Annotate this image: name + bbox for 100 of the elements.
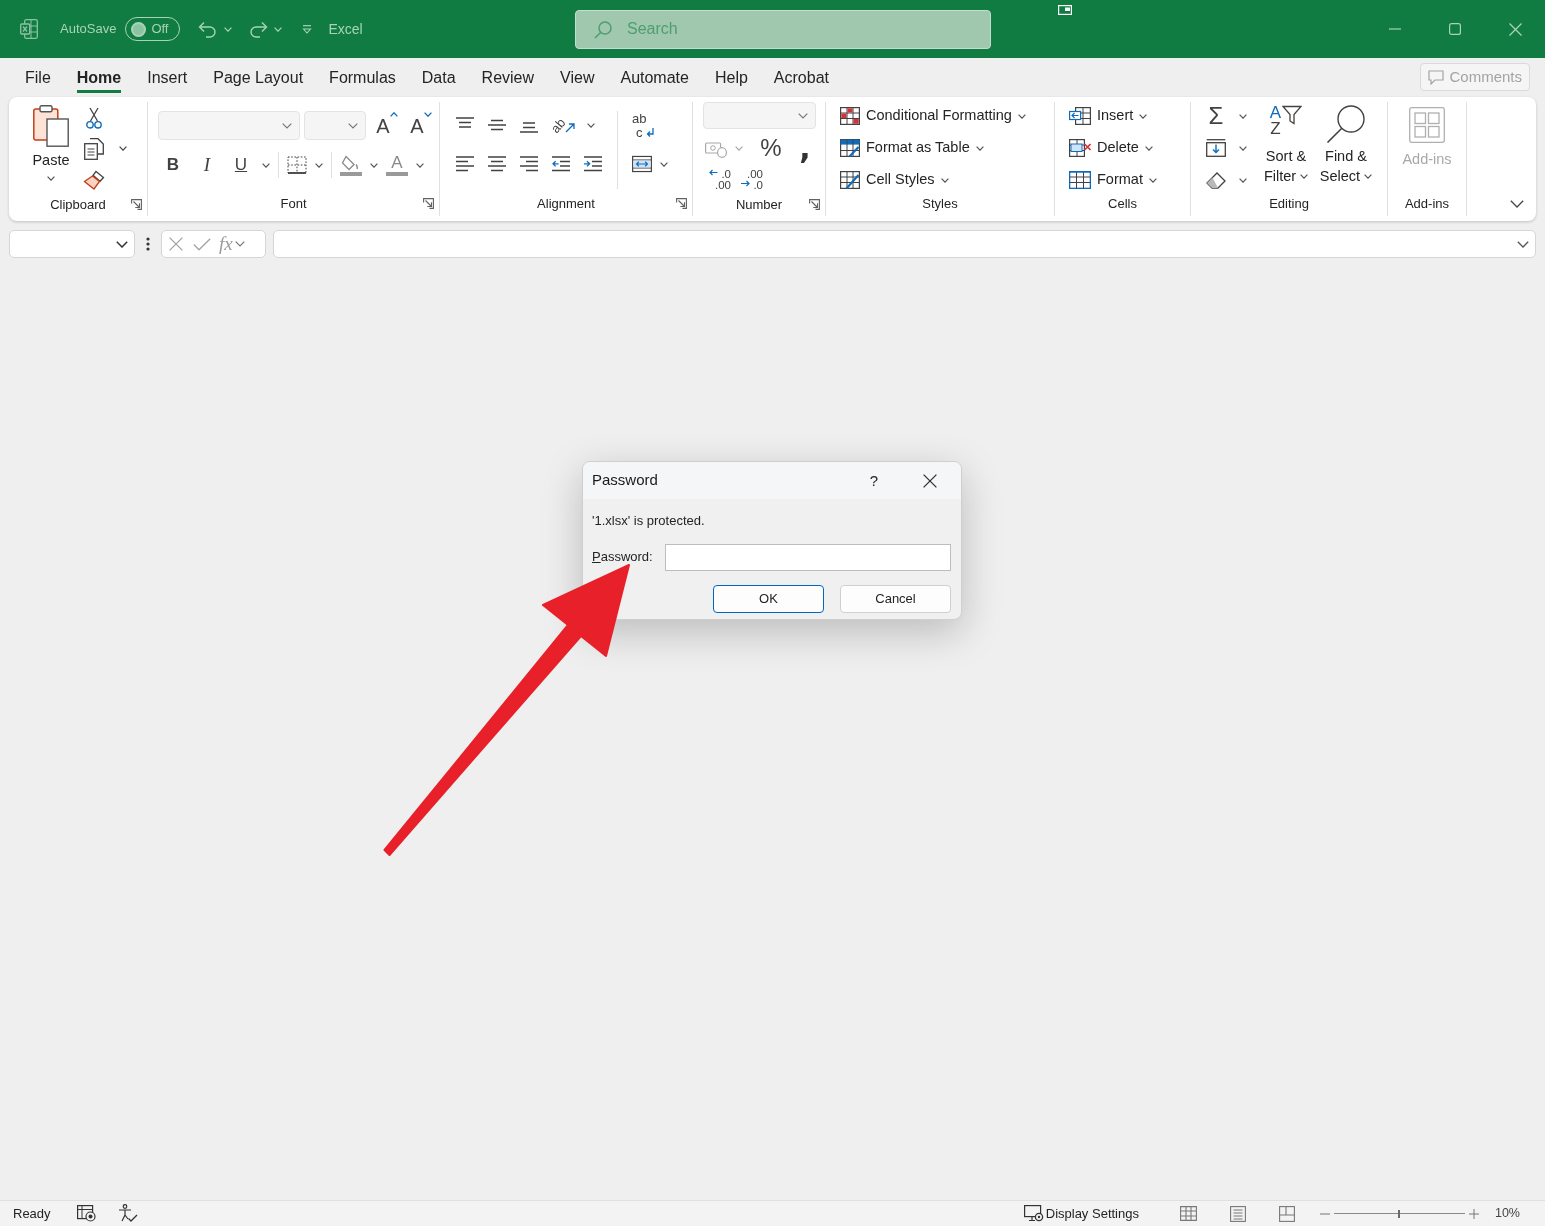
copy-icon[interactable]: [84, 137, 104, 160]
underline-button[interactable]: U: [228, 151, 254, 179]
orientation-button[interactable]: ab: [551, 111, 575, 139]
insert-cells-icon: [1069, 107, 1091, 125]
paintbrush-icon[interactable]: [83, 169, 105, 190]
redo-icon[interactable]: [248, 20, 269, 38]
chevron-down-icon: [282, 122, 292, 129]
caret-icon[interactable]: [370, 162, 378, 168]
page-break-icon[interactable]: [1278, 1205, 1295, 1222]
increase-indent-icon[interactable]: [584, 156, 602, 172]
find-select-button[interactable]: Find & Select: [1317, 102, 1375, 194]
menu-tab[interactable]: Help: [714, 60, 748, 94]
zoom-slider-thumb[interactable]: [1398, 1209, 1401, 1218]
dialog-launcher-icon[interactable]: [423, 198, 434, 210]
bold-button[interactable]: B: [160, 151, 186, 179]
delete-cells-button[interactable]: Delete: [1069, 134, 1190, 162]
dialog-launcher-icon[interactable]: [676, 198, 687, 210]
page-layout-icon[interactable]: [1229, 1205, 1246, 1222]
menu-tab[interactable]: Acrobat: [773, 60, 829, 94]
align-center-icon[interactable]: [488, 156, 506, 172]
cancel-button[interactable]: Cancel: [840, 584, 951, 613]
macro-sheet-icon[interactable]: [76, 1205, 96, 1222]
menu-tab[interactable]: File: [25, 60, 51, 94]
wrap-text-button[interactable]: ab c: [632, 111, 655, 139]
menu-tab[interactable]: Formulas: [329, 60, 396, 94]
caret-icon: [940, 177, 949, 183]
paste-button[interactable]: Paste: [28, 105, 74, 195]
menu-tab[interactable]: View: [560, 60, 595, 94]
align-left-icon[interactable]: [456, 156, 474, 172]
decrease-indent-icon[interactable]: [552, 156, 570, 172]
search-field[interactable]: Search: [575, 9, 991, 49]
close-icon[interactable]: [923, 473, 937, 488]
caret-icon[interactable]: [262, 162, 270, 168]
customize-icon[interactable]: [302, 24, 313, 34]
zoom-percentage: 10%: [1494, 1205, 1520, 1223]
expand-icon[interactable]: [1517, 241, 1529, 248]
autosum-button[interactable]: Σ: [1205, 104, 1227, 128]
caret-icon[interactable]: [1239, 177, 1247, 183]
dialog-message: '1.xlsx' is protected.: [592, 512, 706, 530]
spreadsheet-icon[interactable]: [20, 19, 38, 39]
caret-icon[interactable]: [119, 146, 127, 151]
formula-field[interactable]: [273, 230, 1536, 258]
format-cells-button[interactable]: Format: [1069, 166, 1190, 194]
decrease-decimal-button[interactable]: .00 .0: [737, 169, 763, 190]
caret-icon[interactable]: [1239, 113, 1247, 119]
help-button[interactable]: ?: [869, 471, 878, 490]
display-settings-button[interactable]: Display Settings: [1023, 1205, 1139, 1222]
fill-down-icon[interactable]: [1206, 139, 1226, 157]
accessibility-icon[interactable]: [117, 1204, 138, 1223]
dialog-launcher-icon[interactable]: [809, 199, 820, 211]
undo-icon[interactable]: [198, 20, 219, 38]
vertical-dots-icon[interactable]: [146, 237, 150, 251]
window-icon[interactable]: [1058, 5, 1072, 15]
merge-cells-icon[interactable]: [632, 155, 652, 173]
sort-filter-button[interactable]: A Z Sort & Filter: [1257, 102, 1315, 194]
ok-button[interactable]: OK: [713, 584, 824, 613]
group-label: Clipboard: [50, 196, 106, 214]
menu-tab[interactable]: Home: [76, 60, 122, 94]
cell-styles-button[interactable]: Cell Styles: [840, 166, 1054, 194]
menu-tab[interactable]: Automate: [620, 60, 689, 94]
shrink-font-button[interactable]: A: [408, 111, 434, 140]
caret-icon[interactable]: [660, 161, 668, 167]
caret-icon[interactable]: [587, 122, 595, 128]
increase-decimal-button[interactable]: .0 .00: [705, 169, 731, 190]
borders-icon[interactable]: [287, 156, 307, 174]
caret-icon[interactable]: [315, 162, 323, 168]
check-icon[interactable]: [193, 237, 211, 251]
clipboard-icon: [33, 105, 69, 147]
font-name-field[interactable]: [158, 111, 300, 140]
conditional-formatting-button[interactable]: Conditional Formatting: [840, 102, 1054, 130]
menu-tab[interactable]: Page Layout: [213, 60, 304, 94]
format-as-table-button[interactable]: Format as Table: [840, 134, 1054, 162]
caret-icon[interactable]: [416, 162, 424, 168]
password-field[interactable]: [665, 543, 951, 571]
number-format-field[interactable]: [703, 102, 816, 129]
menu-tab[interactable]: Insert: [147, 60, 188, 94]
comma-button[interactable]: ,: [793, 134, 817, 163]
align-right-icon[interactable]: [520, 156, 538, 172]
normal-view-icon[interactable]: [1179, 1206, 1197, 1221]
zoom-in-icon[interactable]: [1468, 1208, 1479, 1219]
align-middle-icon[interactable]: [488, 117, 506, 133]
maximize-icon: [1449, 23, 1461, 35]
insert-cells-button[interactable]: Insert: [1069, 102, 1190, 130]
eraser-icon[interactable]: [1206, 171, 1226, 189]
font-size-field[interactable]: [304, 111, 366, 140]
scissors-icon[interactable]: [86, 106, 102, 129]
group-label: Font: [280, 195, 307, 213]
chevron-down-icon[interactable]: [116, 241, 128, 248]
grow-font-button[interactable]: A: [374, 111, 400, 140]
grid-highlight-icon: [840, 107, 860, 125]
chevron-down-icon[interactable]: [1510, 200, 1524, 208]
italic-button[interactable]: I: [194, 151, 220, 179]
percent-button[interactable]: %: [757, 134, 785, 163]
caret-icon: [1017, 113, 1026, 119]
menu-tab[interactable]: Data: [421, 60, 456, 94]
dialog-launcher-icon[interactable]: [131, 199, 142, 211]
monitor-gear-icon: [1023, 1205, 1044, 1222]
paint-bucket-icon[interactable]: [340, 154, 362, 176]
menu-tab[interactable]: Review: [481, 60, 535, 94]
caret-icon[interactable]: [1239, 145, 1247, 151]
